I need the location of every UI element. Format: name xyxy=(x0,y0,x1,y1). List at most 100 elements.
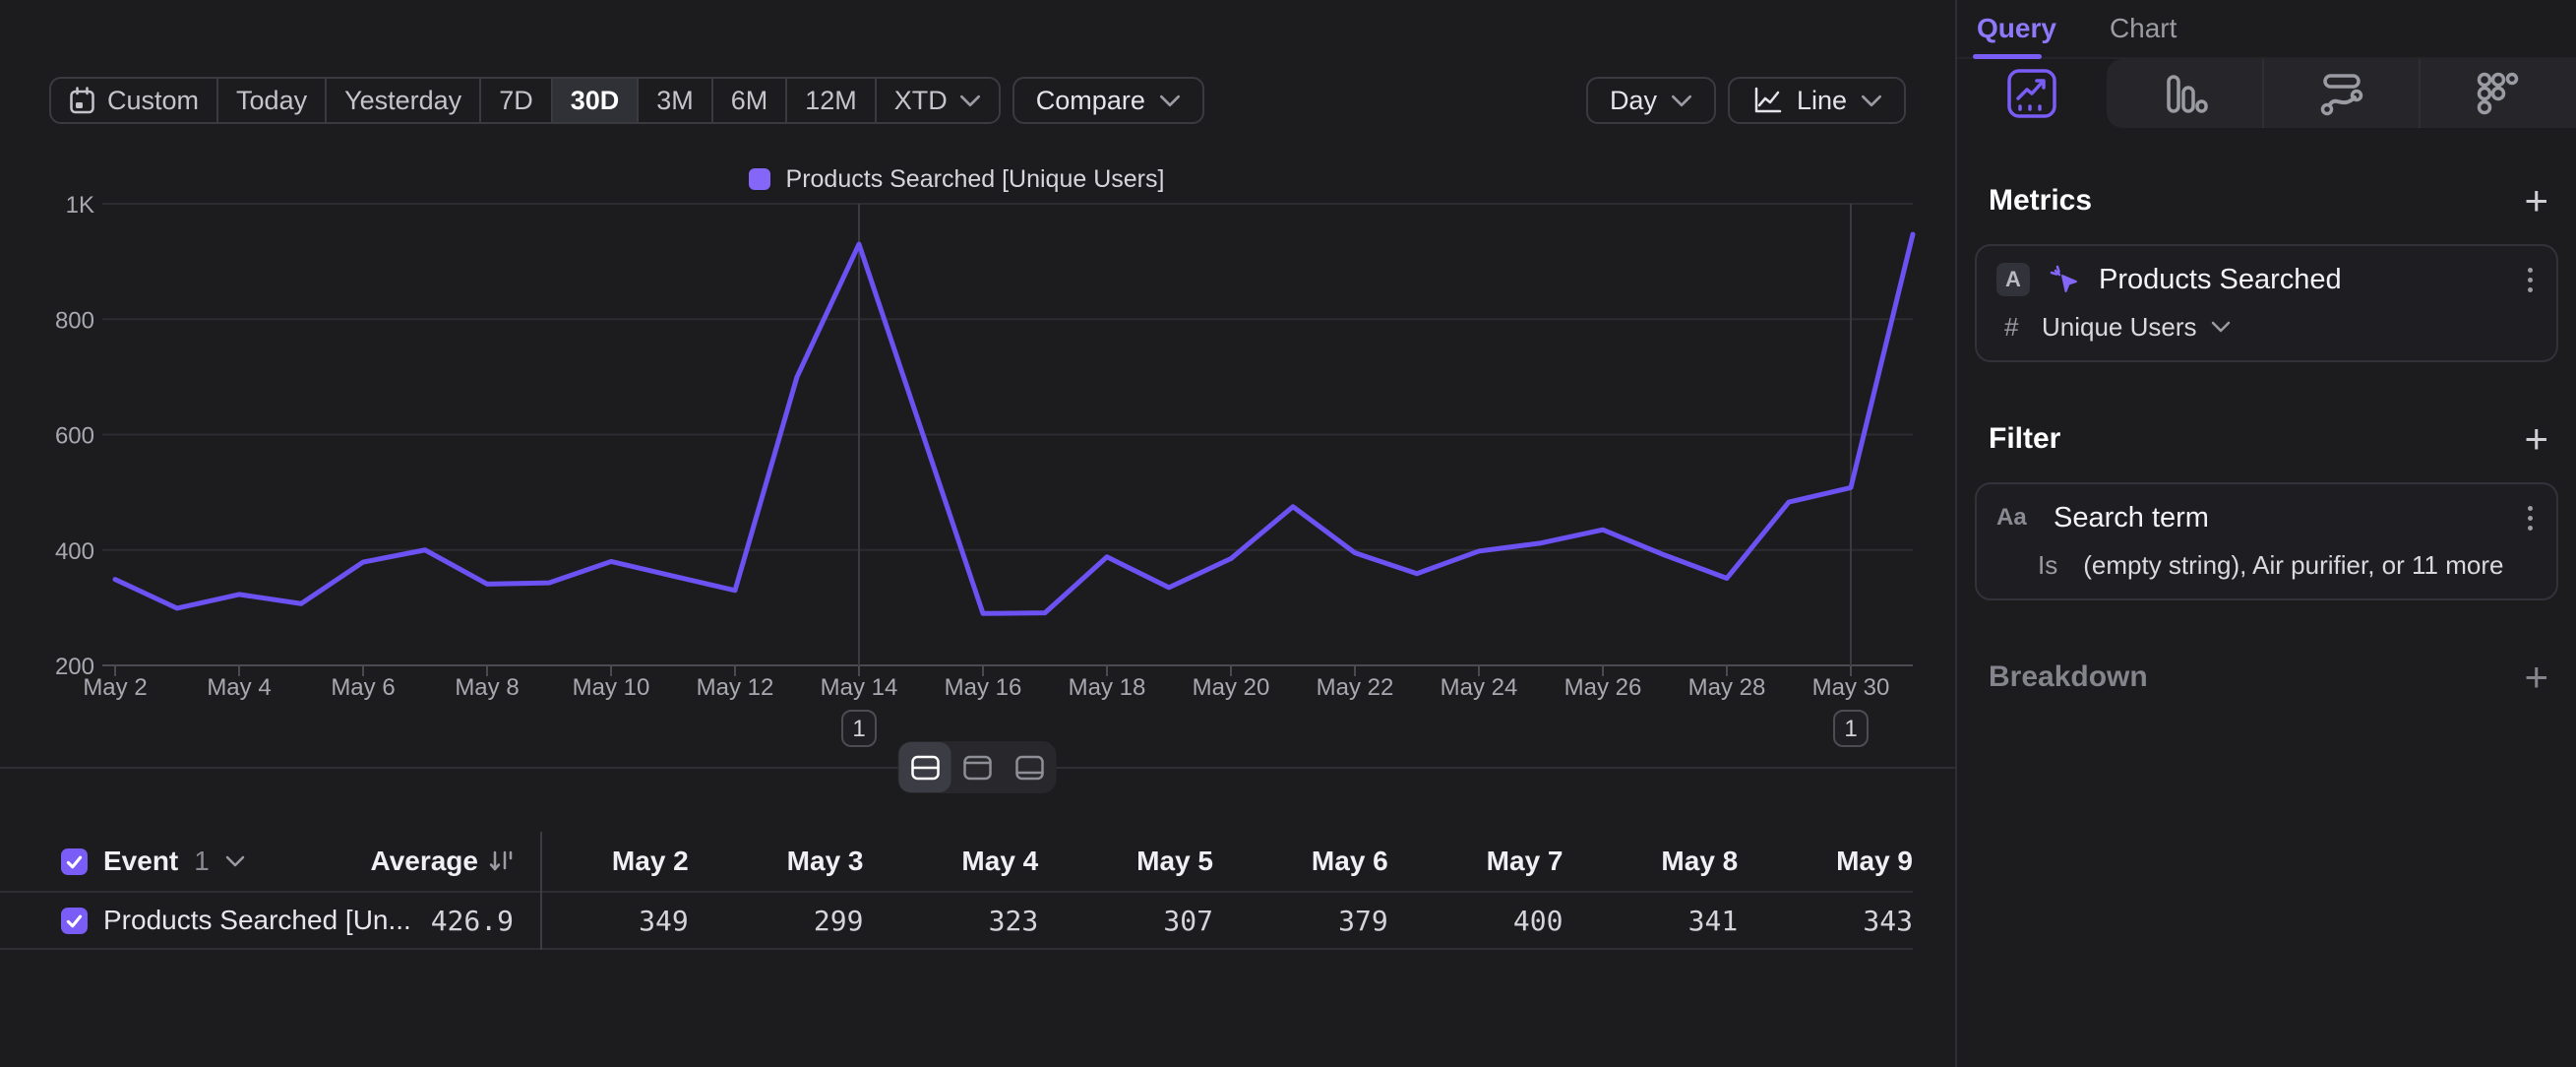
range-3m-button[interactable]: 3M xyxy=(637,79,711,122)
cell-value: 323 xyxy=(864,905,1039,937)
annotation-badge-label: 1 xyxy=(852,716,865,742)
cell-value: 379 xyxy=(1213,905,1388,937)
table-only-icon xyxy=(1013,754,1045,782)
x-tick-label: May 30 xyxy=(1812,674,1890,701)
add-breakdown-button[interactable]: + xyxy=(2524,658,2548,697)
column-header-may-4[interactable]: May 4 xyxy=(864,846,1039,877)
x-tick-label: May 18 xyxy=(1069,674,1146,701)
cell-value: 343 xyxy=(1738,905,1913,937)
y-tick-label: 400 xyxy=(55,538,94,565)
table-header-row: Event 1 Average May 2May 3May 4May 5May … xyxy=(0,832,1913,893)
series-name: Products Searched [Un... xyxy=(103,905,411,936)
layout-chart-only-button[interactable] xyxy=(951,742,1004,792)
metrics-section-header: Metrics + xyxy=(1989,181,2548,220)
table-column-divider xyxy=(540,832,542,950)
x-tick-label: May 14 xyxy=(821,674,898,701)
add-filter-button[interactable]: + xyxy=(2524,419,2548,459)
granularity-dropdown[interactable]: Day xyxy=(1586,77,1716,124)
average-sort-control[interactable]: Average xyxy=(371,846,514,877)
sidebar-tabs: Query Chart xyxy=(1957,0,2576,59)
tab-bar-chart[interactable] xyxy=(2107,59,2262,128)
line-chart-tab-icon xyxy=(2004,66,2059,121)
tab-chart[interactable]: Chart xyxy=(2110,13,2177,44)
chevron-down-icon xyxy=(1159,94,1181,107)
layout-table-only-button[interactable] xyxy=(1004,742,1056,792)
compare-button[interactable]: Compare xyxy=(1012,77,1204,124)
tab-flow-chart[interactable] xyxy=(2262,59,2420,128)
y-tick-label: 800 xyxy=(55,307,94,334)
select-all-checkbox[interactable] xyxy=(61,848,88,875)
line-chart-icon xyxy=(1751,85,1783,116)
table-row: Products Searched [Un... 426.9 349299323… xyxy=(0,893,1913,950)
y-tick-label: 600 xyxy=(55,423,94,450)
sort-icon xyxy=(488,848,514,874)
metric-menu-button[interactable] xyxy=(2524,264,2537,296)
data-table: Event 1 Average May 2May 3May 4May 5May … xyxy=(0,832,1913,950)
toolbar-right: Day Line xyxy=(1586,77,1906,124)
cell-value: 299 xyxy=(689,905,864,937)
y-tick-label: 1K xyxy=(66,192,94,219)
toolbar: Custom Today Yesterday 7D 30D 3M 6M 12M … xyxy=(49,77,1906,124)
range-label: Custom xyxy=(107,86,199,116)
chevron-down-icon xyxy=(1671,94,1692,107)
event-pointer-icon xyxy=(2048,263,2081,296)
column-header-may-7[interactable]: May 7 xyxy=(1388,846,1564,877)
tab-query[interactable]: Query xyxy=(1977,13,2056,44)
calendar-icon xyxy=(69,87,95,115)
measure-dropdown[interactable]: # Unique Users xyxy=(1996,309,2537,345)
filter-property-name: Search term xyxy=(2054,502,2209,534)
filter-condition[interactable]: Is (empty string), Air purifier, or 11 m… xyxy=(1996,547,2537,583)
filter-heading: Filter xyxy=(1989,422,2060,456)
main-panel: Custom Today Yesterday 7D 30D 3M 6M 12M … xyxy=(0,0,1955,1067)
cell-value: 400 xyxy=(1388,905,1564,937)
metric-letter-badge: A xyxy=(1996,263,2030,296)
chevron-down-icon[interactable] xyxy=(225,855,245,867)
range-12m-button[interactable]: 12M xyxy=(785,79,875,122)
chart-type-tabs xyxy=(1957,59,2576,128)
layout-split-view-button[interactable] xyxy=(899,742,951,792)
breakdown-heading: Breakdown xyxy=(1989,660,2148,694)
column-header-may-6[interactable]: May 6 xyxy=(1213,846,1388,877)
query-sidebar: Query Chart xyxy=(1955,0,2576,1067)
layout-toggle xyxy=(898,741,1057,793)
series-checkbox[interactable] xyxy=(61,908,88,934)
filter-value: (empty string), Air purifier, or 11 more xyxy=(2083,550,2503,581)
check-icon xyxy=(64,910,85,931)
line-chart[interactable]: 1K800600400200May 2May 4May 6May 8May 10… xyxy=(0,157,1955,768)
range-30d-button[interactable]: 30D xyxy=(551,79,638,122)
annotation-badge-label: 1 xyxy=(1844,716,1857,742)
chart-section: Products Searched [Unique Users] 1K80060… xyxy=(0,157,1955,768)
split-view-icon xyxy=(909,754,941,782)
x-tick-label: May 8 xyxy=(455,674,519,701)
range-today-button[interactable]: Today xyxy=(216,79,325,122)
x-tick-label: May 16 xyxy=(945,674,1022,701)
x-tick-label: May 22 xyxy=(1317,674,1394,701)
chevron-down-icon xyxy=(1861,94,1882,107)
text-property-icon: Aa xyxy=(1996,504,2036,532)
average-value: 426.9 xyxy=(431,905,514,937)
column-header-may-3[interactable]: May 3 xyxy=(689,846,864,877)
column-header-may-5[interactable]: May 5 xyxy=(1038,846,1213,877)
x-tick-label: May 24 xyxy=(1441,674,1518,701)
add-metric-button[interactable]: + xyxy=(2524,181,2548,220)
filter-operator: Is xyxy=(2038,550,2057,581)
range-yesterday-button[interactable]: Yesterday xyxy=(325,79,479,122)
column-header-may-8[interactable]: May 8 xyxy=(1564,846,1739,877)
chart-type-dropdown[interactable]: Line xyxy=(1728,77,1906,124)
range-7d-button[interactable]: 7D xyxy=(479,79,551,122)
range-6m-button[interactable]: 6M xyxy=(711,79,786,122)
tab-more-charts[interactable] xyxy=(2419,59,2576,128)
filter-menu-button[interactable] xyxy=(2524,502,2537,534)
filter-card[interactable]: Aa Search term Is (empty string), Air pu… xyxy=(1975,482,2558,600)
x-tick-label: May 4 xyxy=(207,674,271,701)
x-tick-label: May 6 xyxy=(331,674,395,701)
range-xtd-button[interactable]: XTD xyxy=(875,79,999,122)
event-count: 1 xyxy=(194,846,210,877)
tab-line-chart[interactable] xyxy=(1957,59,2107,128)
filter-section-header: Filter + xyxy=(1989,419,2548,459)
range-custom-button[interactable]: Custom xyxy=(51,79,216,122)
cell-value: 307 xyxy=(1038,905,1213,937)
check-icon xyxy=(64,851,85,872)
metric-card[interactable]: A Products Searched # Unique Users xyxy=(1975,244,2558,362)
column-header-may-9[interactable]: May 9 xyxy=(1738,846,1913,877)
